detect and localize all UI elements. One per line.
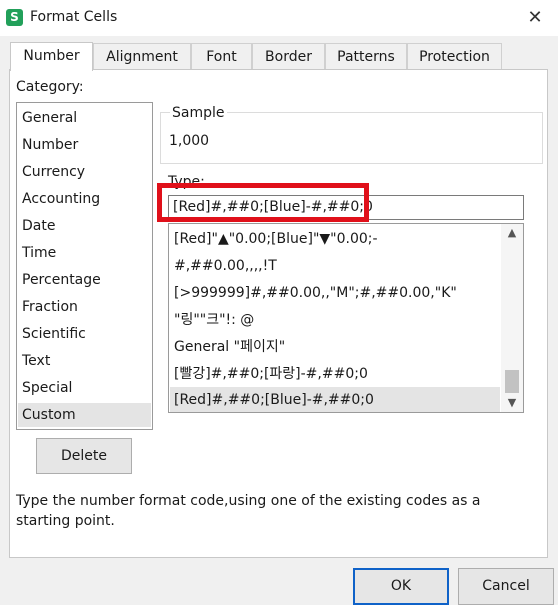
scroll-down-arrow-icon[interactable]: ▼ [501, 394, 523, 412]
type-list-item[interactable]: [빨강]#,##0;[파랑]-#,##0;0 [170, 361, 500, 387]
tab-number[interactable]: Number [10, 42, 93, 71]
type-list-item[interactable]: General "페이지" [170, 334, 500, 360]
category-item-percentage[interactable]: Percentage [18, 268, 151, 292]
type-list-item[interactable]: #,##0.00,,,,!T [170, 253, 500, 279]
category-item-number[interactable]: Number [18, 133, 151, 157]
category-label: Category: [16, 79, 84, 95]
title-bar: S Format Cells ✕ [0, 0, 558, 36]
category-item-special[interactable]: Special [18, 376, 151, 400]
app-logo-icon: S [6, 9, 23, 26]
category-item-scientific[interactable]: Scientific [18, 322, 151, 346]
category-item-currency[interactable]: Currency [18, 160, 151, 184]
format-description: Type the number format code,using one of… [16, 493, 481, 529]
close-button[interactable]: ✕ [512, 0, 558, 36]
type-format-list[interactable]: [Red]"▲"0.00;[Blue]"▼"0.00;- #,##0.00,,,… [168, 223, 524, 413]
tab-protection[interactable]: Protection [407, 43, 502, 70]
type-list-scrollbar[interactable]: ▲ ▼ [501, 224, 523, 412]
type-list-item[interactable]: [>999999]#,##0.00,,"M";#,##0.00,"K" [170, 280, 500, 306]
category-item-custom[interactable]: Custom [18, 403, 151, 427]
category-item-text[interactable]: Text [18, 349, 151, 373]
category-item-general[interactable]: General [18, 106, 151, 130]
category-item-date[interactable]: Date [18, 214, 151, 238]
category-list[interactable]: General Number Currency Accounting Date … [16, 102, 153, 430]
type-list-item[interactable]: "링""크"!: @ [170, 307, 500, 333]
scroll-thumb[interactable] [505, 370, 519, 393]
delete-button[interactable]: Delete [36, 438, 132, 474]
type-list-item[interactable]: [Red]"▲"0.00;[Blue]"▼"0.00;- [170, 226, 500, 252]
window-title: Format Cells [30, 9, 118, 25]
type-list-item-selected[interactable]: [Red]#,##0;[Blue]-#,##0;0 [170, 387, 500, 412]
scroll-up-arrow-icon[interactable]: ▲ [501, 224, 523, 242]
category-item-accounting[interactable]: Accounting [18, 187, 151, 211]
category-item-time[interactable]: Time [18, 241, 151, 265]
sample-value: 1,000 [169, 133, 210, 149]
category-item-fraction[interactable]: Fraction [18, 295, 151, 319]
tab-border[interactable]: Border [252, 43, 325, 70]
sample-label: Sample [170, 105, 227, 121]
ok-button[interactable]: OK [353, 568, 449, 605]
tab-font[interactable]: Font [191, 43, 252, 70]
tab-alignment[interactable]: Alignment [93, 43, 191, 70]
tab-patterns[interactable]: Patterns [325, 43, 407, 70]
highlight-annotation [157, 183, 369, 222]
cancel-button[interactable]: Cancel [458, 568, 554, 605]
